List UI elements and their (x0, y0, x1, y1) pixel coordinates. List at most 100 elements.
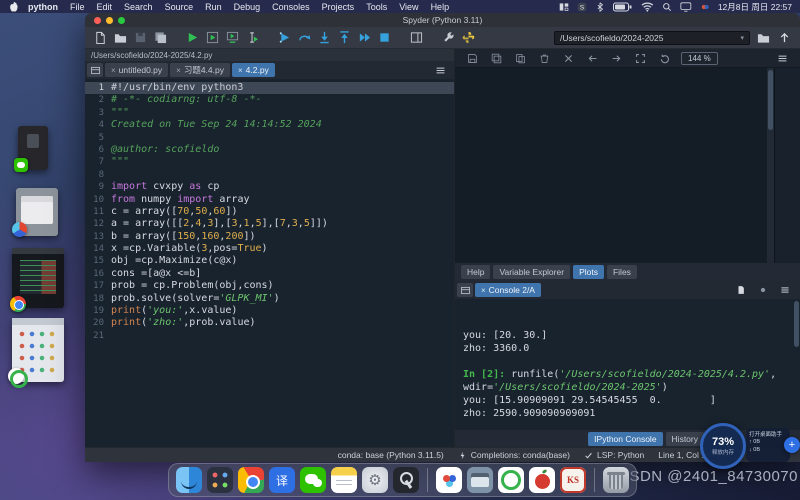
menu-item-help[interactable]: Help (431, 2, 450, 12)
menu-item-file[interactable]: File (70, 2, 85, 12)
menu-item-edit[interactable]: Edit (97, 2, 113, 12)
close-console-icon[interactable]: × (481, 286, 486, 295)
panes-icon[interactable] (409, 30, 424, 45)
display-icon[interactable] (680, 2, 692, 12)
console-tab[interactable]: ×Console 2/A (475, 283, 541, 297)
plots-canvas[interactable] (455, 68, 767, 263)
bottom-tab-history[interactable]: History (666, 432, 704, 446)
menu-item-projects[interactable]: Projects (322, 2, 355, 12)
dock-icon-wechat[interactable] (300, 467, 326, 493)
pane-tab-variable-explorer[interactable]: Variable Explorer (493, 265, 570, 279)
doc-icon[interactable] (733, 283, 748, 298)
plots-zoom-level[interactable]: 144 % (681, 52, 718, 65)
undo-icon[interactable] (657, 51, 672, 66)
wrench-icon[interactable] (441, 30, 456, 45)
pyenv-icon[interactable] (461, 30, 476, 45)
step-over-icon[interactable] (297, 30, 312, 45)
dock-icon-trash[interactable] (603, 467, 629, 493)
dock-icon-finder[interactable] (176, 467, 202, 493)
apple-menu-icon[interactable] (8, 1, 18, 12)
dock-icon-keychain[interactable] (393, 467, 419, 493)
pane-tab-files[interactable]: Files (607, 265, 637, 279)
dock-icon-launchpad[interactable] (207, 467, 233, 493)
open-folder-icon[interactable] (113, 30, 128, 45)
pause-dot-icon[interactable] (755, 283, 770, 298)
editor-tab-4.2.py[interactable]: ×4.2.py (232, 63, 275, 77)
plots-options-menu-icon[interactable] (775, 51, 790, 66)
code-line-11[interactable]: 11c = array([70,50,60]) (85, 206, 454, 218)
dock-icon-preview-app[interactable] (467, 467, 493, 493)
step-out-icon[interactable] (337, 30, 352, 45)
code-line-9[interactable]: 9import cvxpy as cp (85, 181, 454, 193)
code-line-21[interactable]: 21 (85, 330, 454, 342)
code-line-7[interactable]: 7""" (85, 156, 454, 168)
plots-thumbnail-column[interactable] (774, 68, 800, 263)
code-line-2[interactable]: 2# -*- codiarng: utf-8 -*- (85, 94, 454, 106)
code-line-8[interactable]: 8 (85, 169, 454, 181)
save-all-icon[interactable] (153, 30, 168, 45)
dock-icon-sunlogin[interactable] (436, 467, 462, 493)
memory-percent-ring[interactable]: 73% 释放内存 (700, 423, 746, 469)
recording-dot-icon[interactable] (700, 2, 710, 12)
code-editor[interactable]: 1#!/usr/bin/env python32# -*- codiarng: … (85, 79, 454, 447)
menu-item-view[interactable]: View (399, 2, 418, 12)
lsp-status[interactable]: LSP: Python (584, 450, 644, 460)
code-line-6[interactable]: 6@author: scofieldo (85, 144, 454, 156)
step-into-icon[interactable] (317, 30, 332, 45)
pane-tab-plots[interactable]: Plots (573, 265, 604, 279)
menu-item-consoles[interactable]: Consoles (272, 2, 310, 12)
close-tab-icon[interactable]: × (238, 66, 243, 75)
pane-tab-help[interactable]: Help (461, 265, 490, 279)
run-cell-adv-icon[interactable] (225, 30, 240, 45)
browse-tabs-icon[interactable] (457, 283, 473, 297)
save-plot-icon[interactable] (465, 51, 480, 66)
run-cell-icon[interactable] (205, 30, 220, 45)
code-line-3[interactable]: 3""" (85, 107, 454, 119)
fit-icon[interactable] (633, 51, 648, 66)
stop-icon[interactable] (377, 30, 392, 45)
up-arrow-icon[interactable] (777, 30, 792, 45)
copy-plot-icon[interactable] (513, 51, 528, 66)
code-line-12[interactable]: 12a = array([[2,4,3],[3,1,5],[7,3,5]]) (85, 218, 454, 230)
dock-icon-translate[interactable]: 译 (269, 467, 295, 493)
arrow-left-icon[interactable] (585, 51, 600, 66)
code-line-15[interactable]: 15obj =cp.Maximize(c@x) (85, 255, 454, 267)
save-icon[interactable] (133, 30, 148, 45)
code-line-13[interactable]: 13b = array([150,160,200]) (85, 231, 454, 243)
debug-icon[interactable] (277, 30, 292, 45)
editor-tab-untitled0.py[interactable]: ×untitled0.py (105, 63, 168, 77)
s-app-icon[interactable]: S (577, 2, 587, 12)
battery-icon[interactable] (613, 2, 633, 12)
close-tab-icon[interactable]: × (111, 66, 116, 75)
hamburger-icon[interactable] (777, 283, 792, 298)
code-line-18[interactable]: 18prob.solve(solver='GLPK_MI') (85, 293, 454, 305)
menu-item-source[interactable]: Source (165, 2, 194, 12)
folder-icon[interactable] (756, 30, 771, 45)
menu-item-tools[interactable]: Tools (366, 2, 387, 12)
bluetooth-icon[interactable] (595, 2, 605, 12)
hamburger-icon[interactable] (433, 63, 448, 78)
assistant-plus-button[interactable]: + (784, 437, 800, 453)
working-directory-selector[interactable]: /Users/scofieldo/2024-2025 ▾ (554, 31, 750, 45)
wifi-icon[interactable] (641, 2, 654, 12)
run-selection-icon[interactable] (245, 30, 260, 45)
code-line-5[interactable]: 5 (85, 132, 454, 144)
title-bar[interactable]: Spyder (Python 3.11) (85, 13, 800, 27)
menu-item-debug[interactable]: Debug (234, 2, 261, 12)
active-app-name[interactable]: python (28, 2, 58, 12)
code-line-19[interactable]: 19print('you:',x.value) (85, 305, 454, 317)
code-line-17[interactable]: 17prob = cp.Problem(obj,cons) (85, 280, 454, 292)
code-line-14[interactable]: 14x =cp.Variable(3,pos=True) (85, 243, 454, 255)
bottom-tab-ipython-console[interactable]: IPython Console (588, 432, 662, 446)
close-x-icon[interactable] (561, 51, 576, 66)
code-line-20[interactable]: 20print('zho:',prob.value) (85, 317, 454, 329)
editor-tab-习题4.4.py[interactable]: ×习题4.4.py (170, 63, 230, 77)
dock-icon-green-ring-app[interactable] (498, 467, 524, 493)
plots-scrollbar[interactable] (767, 68, 774, 263)
ipython-console[interactable]: you: [20. 30.]zho: 3360.0 In [2]: runfil… (455, 299, 800, 430)
completions-status[interactable]: Completions: conda(base) (458, 450, 570, 460)
conda-env-status[interactable]: conda: base (Python 3.11.5) (338, 450, 444, 460)
new-file-icon[interactable] (93, 30, 108, 45)
dock-icon-chrome[interactable] (238, 467, 264, 493)
save-all-plots-icon[interactable] (489, 51, 504, 66)
